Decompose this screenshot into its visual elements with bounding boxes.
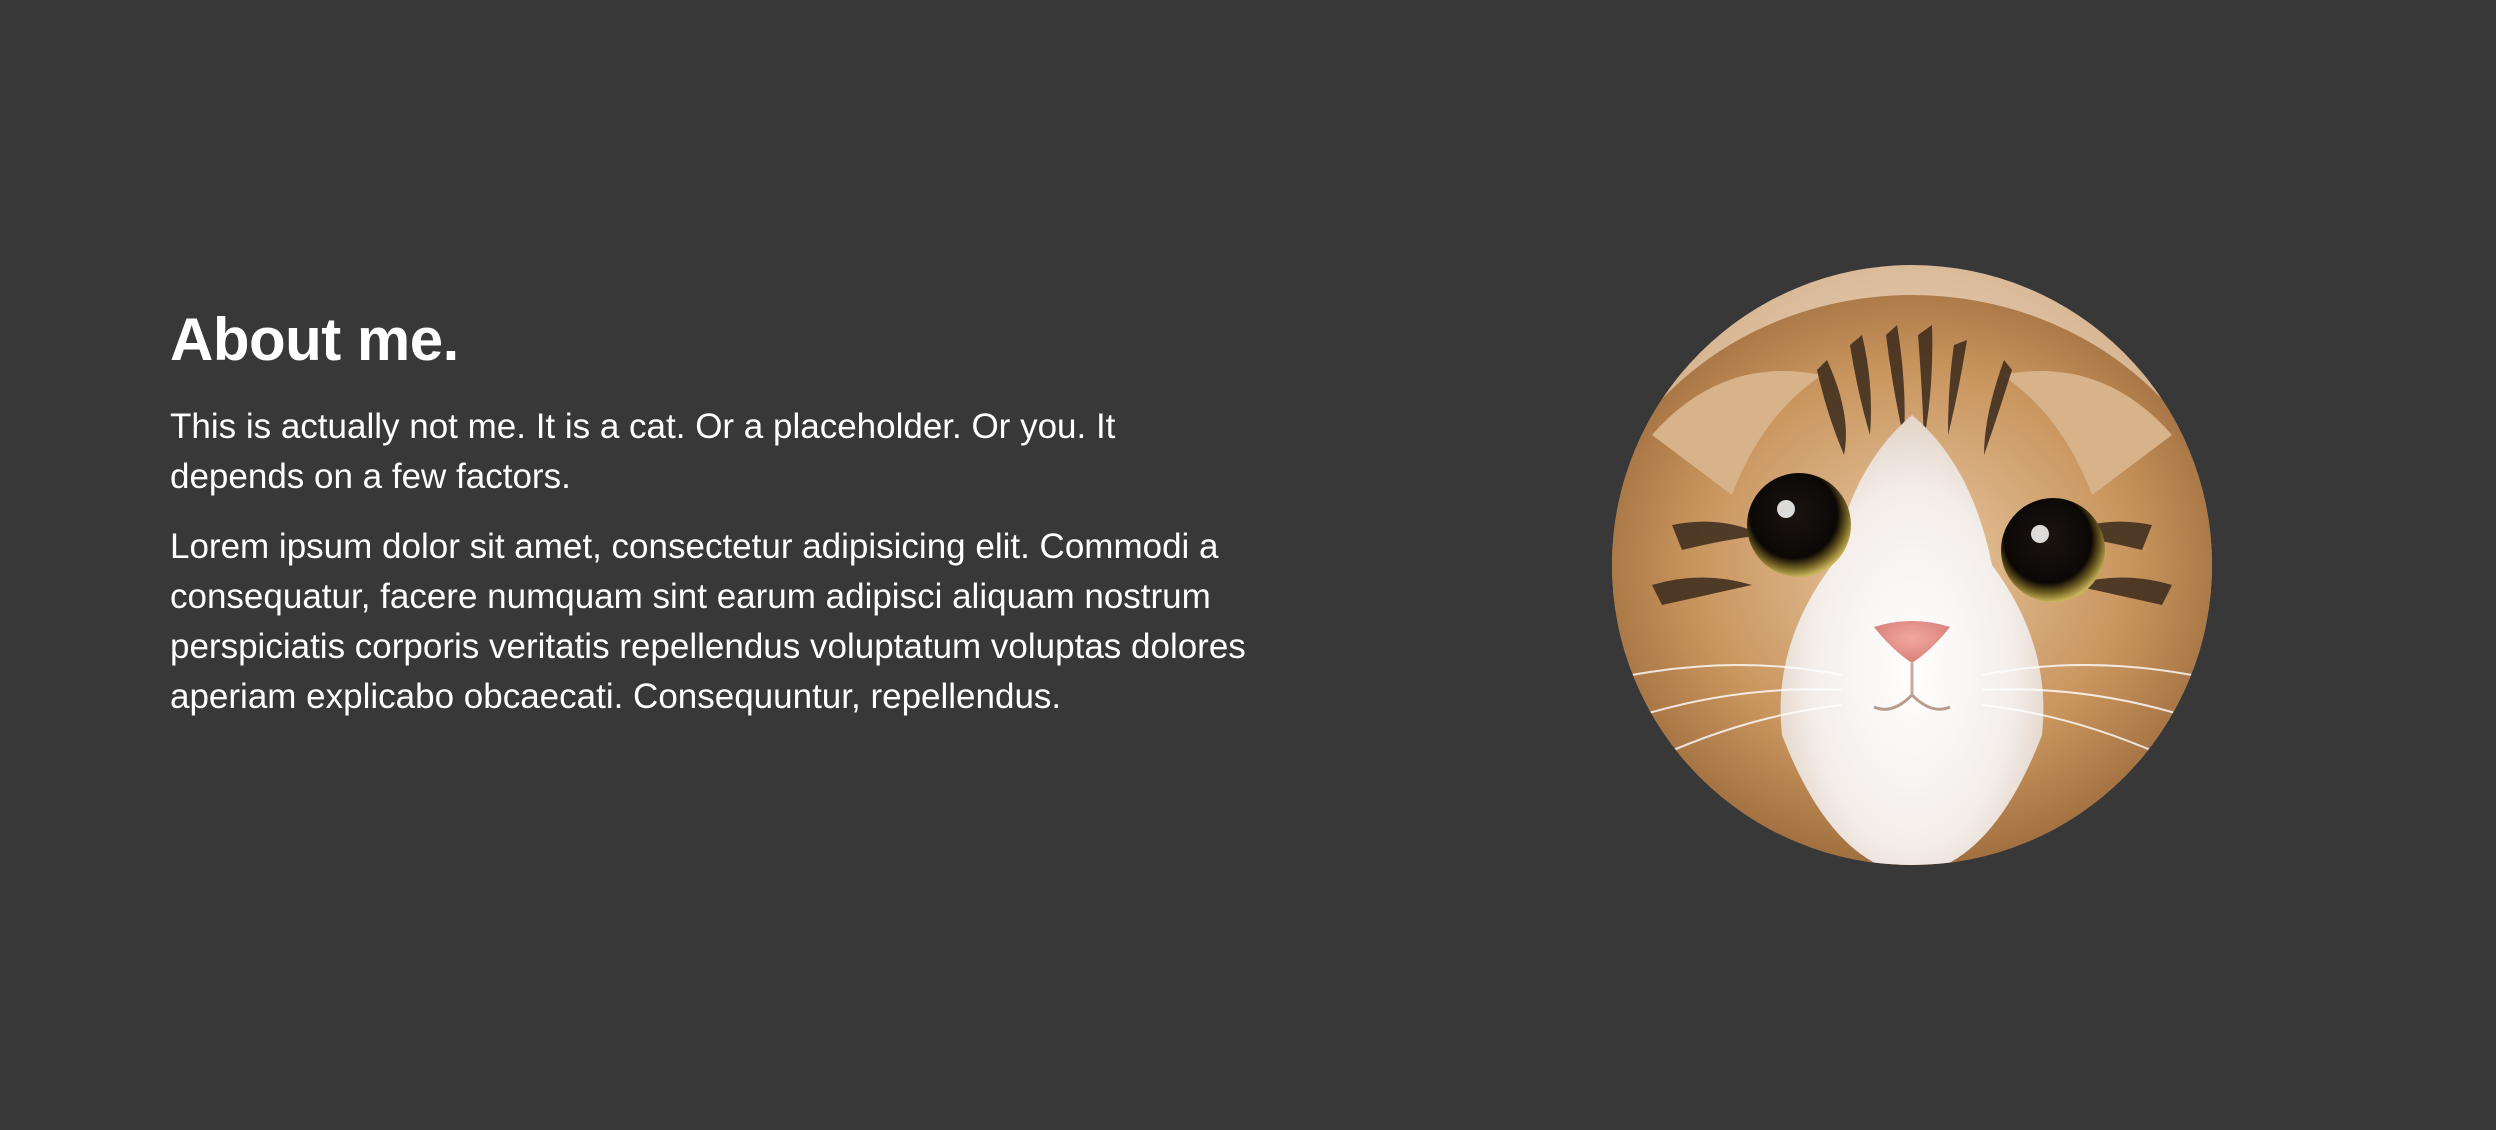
cat-avatar-image	[1612, 265, 2212, 865]
about-intro-text: This is actually not me. It is a cat. Or…	[170, 407, 1116, 496]
about-text-column: About me. This is actually not me. It is…	[170, 300, 1250, 742]
about-heading: About me.	[170, 306, 459, 373]
cat-face-icon	[1612, 265, 2212, 865]
about-section: About me. This is actually not me. It is…	[0, 0, 2496, 1130]
about-body-text: Lorem ipsum dolor sit amet, consectetur …	[170, 527, 1246, 716]
